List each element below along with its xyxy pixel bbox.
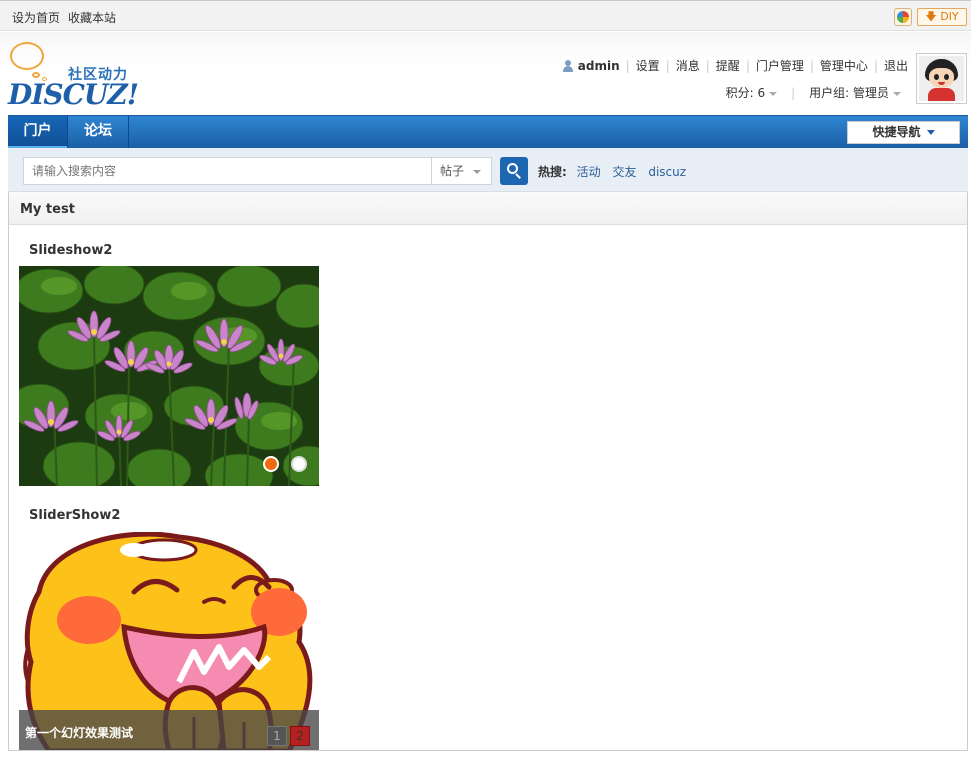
diy-frame: My test Slideshow2 SliderShow2 第一个幻灯效果测试… bbox=[8, 192, 968, 751]
slider-image[interactable]: 第一个幻灯效果测试 1 2 bbox=[19, 532, 319, 750]
main-nav: 门户 论坛 快捷导航 bbox=[8, 115, 968, 149]
logout-link[interactable]: 退出 bbox=[884, 57, 908, 74]
username-link[interactable]: admin bbox=[578, 59, 620, 73]
bookmark-link[interactable]: 收藏本站 bbox=[68, 9, 116, 26]
credits-dropdown[interactable]: 积分: 6 bbox=[726, 84, 778, 101]
caret-down-icon bbox=[769, 91, 778, 96]
hot-search: 热搜: 活动 交友 discuz bbox=[538, 163, 694, 180]
slide-dot-2[interactable] bbox=[291, 456, 307, 472]
slider-page-2[interactable]: 2 bbox=[290, 726, 310, 746]
theme-icon bbox=[897, 11, 909, 23]
notifications-link[interactable]: 提醒 bbox=[716, 57, 740, 74]
tab-forum[interactable]: 论坛 bbox=[68, 116, 129, 148]
avatar[interactable] bbox=[916, 53, 967, 104]
diy-button[interactable]: 🡇 DIY bbox=[917, 8, 967, 26]
frame-title-bar: My test bbox=[9, 192, 967, 225]
admin-center-link[interactable]: 管理中心 bbox=[820, 57, 868, 74]
frame-title: My test bbox=[20, 202, 75, 217]
caret-down-icon bbox=[926, 130, 935, 135]
set-homepage-link[interactable]: 设为首页 bbox=[12, 9, 60, 26]
hot-keyword[interactable]: 交友 bbox=[612, 165, 636, 179]
hot-keyword[interactable]: discuz bbox=[648, 165, 686, 179]
header: 社区动力 DISCUZ! admin | 设置 | 消息 | 提醒 | 门户管理… bbox=[0, 32, 971, 115]
usergroup-dropdown[interactable]: 用户组: 管理员 bbox=[809, 84, 901, 101]
user-stats: 积分: 6 | 用户组: 管理员 bbox=[726, 84, 901, 101]
logo-bubble-icon bbox=[10, 42, 44, 70]
search-bar: 帖子 热搜: 活动 交友 discuz bbox=[8, 148, 968, 192]
search-type-select[interactable]: 帖子 bbox=[431, 157, 492, 185]
user-menu: admin | 设置 | 消息 | 提醒 | 门户管理 | 管理中心 | 退出 bbox=[562, 57, 908, 74]
hot-keyword[interactable]: 活动 bbox=[577, 165, 601, 179]
slider-page-1[interactable]: 1 bbox=[267, 726, 287, 746]
download-arrow-icon: 🡇 bbox=[925, 10, 937, 23]
slideshow-image[interactable] bbox=[19, 266, 319, 486]
water-lily-image bbox=[19, 266, 319, 486]
quick-nav-button[interactable]: 快捷导航 bbox=[847, 121, 960, 144]
search-button[interactable] bbox=[500, 157, 528, 185]
diy-label: DIY bbox=[940, 10, 959, 23]
slide-dot-1[interactable] bbox=[263, 456, 279, 472]
slider-caption-bar: 第一个幻灯效果测试 1 2 bbox=[19, 710, 319, 750]
top-bar: 设为首页 收藏本站 🡇 DIY bbox=[0, 0, 971, 31]
theme-switch-button[interactable] bbox=[894, 8, 912, 26]
settings-link[interactable]: 设置 bbox=[636, 57, 660, 74]
caret-down-icon bbox=[473, 170, 481, 174]
slider-caption: 第一个幻灯效果测试 bbox=[25, 726, 134, 740]
portal-admin-link[interactable]: 门户管理 bbox=[756, 57, 804, 74]
messages-link[interactable]: 消息 bbox=[676, 57, 700, 74]
block-title: SliderShow2 bbox=[29, 508, 121, 523]
logo-wordmark: DISCUZ! bbox=[8, 78, 139, 111]
search-input[interactable] bbox=[23, 157, 432, 185]
tab-portal[interactable]: 门户 bbox=[8, 116, 68, 149]
user-icon bbox=[562, 59, 574, 72]
block-title: Slideshow2 bbox=[29, 243, 113, 258]
caret-down-icon bbox=[893, 91, 901, 96]
hot-search-label: 热搜: bbox=[538, 165, 567, 179]
